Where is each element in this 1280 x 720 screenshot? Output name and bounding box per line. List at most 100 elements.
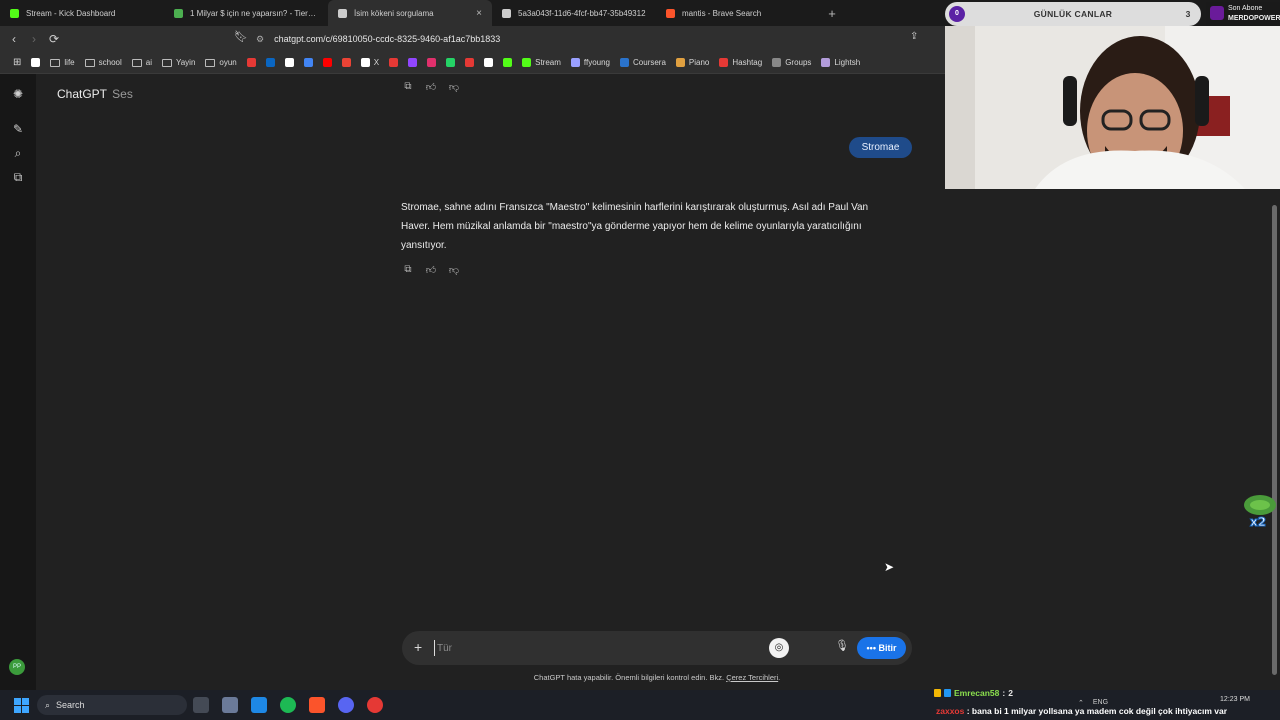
bookmark-icon[interactable]: 🔖︎ bbox=[234, 30, 248, 43]
latest-subscriber: Son Abone MERDOPOWER bbox=[1206, 2, 1280, 26]
microphone-icon[interactable]: 🎙︎ bbox=[835, 639, 849, 652]
apps-grid-icon[interactable]: ⊞ bbox=[8, 57, 26, 68]
app-icon[interactable] bbox=[367, 697, 383, 713]
bookmark-item[interactable]: life bbox=[45, 58, 79, 67]
spotify-icon[interactable] bbox=[280, 697, 296, 713]
cookie-preferences-link[interactable]: Çerez Tercihleri bbox=[726, 673, 778, 682]
bookmark-item[interactable] bbox=[479, 58, 498, 67]
end-voice-button[interactable]: ••• Bitir bbox=[857, 637, 906, 659]
copy-icon[interactable]: ⧉ bbox=[401, 264, 415, 276]
bookmark-item[interactable] bbox=[299, 58, 318, 67]
bookmark-item[interactable] bbox=[403, 58, 422, 67]
new-tab-icon[interactable]: + bbox=[820, 6, 844, 21]
folder-icon bbox=[50, 58, 61, 67]
end-voice-label: Bitir bbox=[878, 643, 897, 653]
thumbs-down-icon[interactable]: 👎︎ bbox=[447, 81, 461, 93]
kick-icon bbox=[522, 58, 532, 67]
bookmark-item[interactable]: oyun bbox=[200, 58, 241, 67]
site-info-icon[interactable]: ⚙ bbox=[256, 34, 264, 45]
bookmark-item[interactable]: Piano bbox=[671, 58, 714, 67]
pepe-emote-icon: x2 bbox=[1238, 491, 1278, 536]
bookmark-label: X bbox=[373, 58, 380, 67]
bookmark-item[interactable] bbox=[422, 58, 441, 67]
webcam-feed bbox=[945, 26, 1280, 189]
bookmark-item[interactable] bbox=[460, 58, 479, 67]
prompt-input[interactable] bbox=[434, 640, 734, 656]
folder-icon bbox=[205, 58, 216, 67]
browser-tab[interactable]: İsim kökeni sorgulama × bbox=[328, 0, 492, 26]
bookmark-item[interactable] bbox=[384, 58, 403, 67]
forward-icon[interactable]: › bbox=[24, 32, 44, 46]
bookmark-item[interactable]: ai bbox=[127, 58, 157, 67]
chat-separator: : bbox=[1002, 688, 1006, 698]
windows-start-icon[interactable] bbox=[14, 698, 29, 713]
voice-mode-icon[interactable]: ◎ bbox=[769, 638, 789, 658]
back-icon[interactable]: ‹ bbox=[4, 32, 24, 46]
sidebar-rail: ✺ ✎ ⌕ ⧉ PP bbox=[0, 74, 36, 690]
bookmark-item[interactable]: ffyoung bbox=[566, 58, 615, 67]
bookmark-item[interactable] bbox=[280, 58, 299, 67]
chat-username: zaxxos bbox=[936, 706, 965, 716]
tab-favicon-icon bbox=[10, 8, 19, 18]
search-icon[interactable]: ⌕ bbox=[10, 145, 26, 161]
bookmark-item[interactable]: X bbox=[356, 58, 384, 67]
tab-favicon-icon bbox=[174, 8, 183, 18]
thumbs-down-icon[interactable]: 👎︎ bbox=[447, 264, 461, 276]
reload-icon[interactable]: ⟳ bbox=[44, 32, 64, 46]
bookmark-item[interactable] bbox=[441, 58, 460, 67]
close-tab-icon[interactable]: × bbox=[476, 8, 482, 19]
new-chat-icon[interactable]: ✎ bbox=[10, 121, 26, 137]
brave-browser-icon[interactable] bbox=[309, 697, 325, 713]
bookmark-item[interactable] bbox=[242, 58, 261, 67]
google-icon bbox=[284, 58, 294, 67]
message-actions: ⧉ 👍︎ 👎︎ bbox=[401, 264, 461, 276]
plus-icon[interactable]: + bbox=[414, 639, 422, 655]
bookmark-item[interactable]: Lightsh bbox=[816, 58, 865, 67]
bookmark-item[interactable]: Groups bbox=[767, 58, 816, 67]
thumbs-up-icon[interactable]: 👍︎ bbox=[424, 264, 438, 276]
browser-tab[interactable]: 5a3a043f-11d6-4fcf-bb47-35b49312 bbox=[492, 0, 656, 26]
bookmark-item[interactable] bbox=[498, 58, 517, 67]
scrollbar-thumb[interactable] bbox=[1272, 205, 1277, 675]
clock[interactable]: 12:23 PM bbox=[1206, 695, 1250, 705]
task-view-icon[interactable] bbox=[193, 697, 209, 713]
bookmark-label: school bbox=[98, 58, 122, 67]
bookmark-label: life bbox=[64, 58, 75, 67]
bookmark-label: Hashtag bbox=[732, 58, 763, 67]
file-explorer-icon[interactable] bbox=[222, 697, 238, 713]
app-icon[interactable] bbox=[251, 697, 267, 713]
whatsapp-icon bbox=[446, 58, 456, 67]
tab-label: İsim kökeni sorgulama bbox=[354, 8, 434, 18]
tab-label: 1 Milyar $ için ne yaparsın? - Tier List bbox=[190, 8, 318, 18]
url-text: chatgpt.com/c/69810050-ccdc-8325-9460-af… bbox=[274, 34, 501, 44]
copy-icon[interactable]: ⧉ bbox=[401, 81, 415, 93]
browser-tab[interactable]: 1 Milyar $ için ne yaparsın? - Tier List bbox=[164, 0, 328, 26]
disclaimer-text: ChatGPT hata yapabilir. Önemli bilgileri… bbox=[533, 673, 725, 682]
openai-logo-icon[interactable]: ✺ bbox=[10, 86, 26, 102]
browser-tab[interactable]: Stream - Kick Dashboard bbox=[0, 0, 164, 26]
red-icon bbox=[719, 58, 729, 67]
bookmark-item[interactable]: Hashtag bbox=[714, 58, 767, 67]
browser-tab[interactable]: mantis - Brave Search bbox=[656, 0, 820, 26]
gmail-icon bbox=[341, 58, 351, 67]
address-bar[interactable]: ⚙ chatgpt.com/c/69810050-ccdc-8325-9460-… bbox=[256, 29, 946, 49]
bookmark-label: Lightsh bbox=[834, 58, 861, 67]
chat-username: Emrecan58 bbox=[954, 688, 1000, 698]
thumbs-up-icon[interactable]: 👍︎ bbox=[424, 81, 438, 93]
bookmark-item[interactable]: Stream bbox=[517, 58, 566, 67]
library-icon[interactable]: ⧉ bbox=[10, 169, 26, 185]
app-icon bbox=[821, 58, 831, 67]
taskbar-search[interactable]: ⌕ Search bbox=[37, 695, 187, 715]
bookmark-item[interactable] bbox=[26, 58, 45, 67]
bookmark-item[interactable]: Coursera bbox=[615, 58, 671, 67]
share-icon[interactable]: ⇪ bbox=[910, 31, 918, 42]
discord-icon[interactable] bbox=[338, 697, 354, 713]
bookmark-item[interactable] bbox=[318, 58, 337, 67]
page-title[interactable]: ChatGPT Ses bbox=[57, 87, 133, 101]
bookmark-item[interactable] bbox=[337, 58, 356, 67]
bookmark-item[interactable]: school bbox=[80, 58, 127, 67]
bookmark-item[interactable]: Yayin bbox=[157, 58, 200, 67]
avatar[interactable]: PP bbox=[9, 659, 25, 675]
search-icon: ⌕ bbox=[45, 699, 51, 710]
bookmark-item[interactable] bbox=[261, 58, 280, 67]
